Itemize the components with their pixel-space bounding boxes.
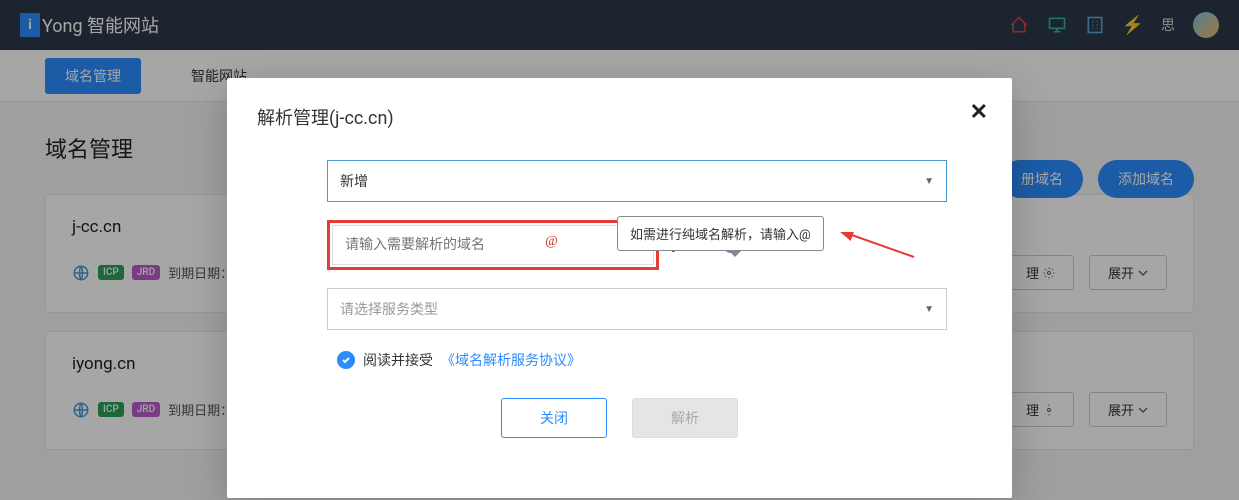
tooltip: 如需进行纯域名解析，请输入@ — [617, 216, 824, 251]
parse-modal: 解析管理(j-cc.cn) ✕ 新增 ▼ .j-cc.cn ? @ 如需进行纯域… — [227, 78, 1012, 498]
agreement-row: 阅读并接受 《域名解析服务协议》 — [337, 350, 912, 370]
close-icon[interactable]: ✕ — [970, 100, 988, 125]
agreement-link[interactable]: 《域名解析服务协议》 — [441, 350, 581, 370]
check-icon[interactable] — [337, 351, 355, 369]
domain-input[interactable] — [332, 225, 654, 265]
caret-down-icon: ▼ — [924, 176, 934, 187]
service-type-select[interactable]: 请选择服务类型 ▼ — [327, 288, 947, 330]
add-type-select[interactable]: 新增 ▼ — [327, 160, 947, 202]
select-value: 新增 — [340, 171, 368, 191]
input-highlight — [327, 220, 659, 270]
agree-text: 阅读并接受 — [363, 350, 433, 370]
at-annotation: @ — [545, 234, 558, 250]
modal-close-button[interactable]: 关闭 — [501, 398, 607, 438]
modal-title: 解析管理(j-cc.cn) — [257, 104, 982, 130]
modal-overlay: 解析管理(j-cc.cn) ✕ 新增 ▼ .j-cc.cn ? @ 如需进行纯域… — [0, 0, 1239, 500]
select-placeholder: 请选择服务类型 — [340, 299, 438, 319]
caret-down-icon: ▼ — [924, 304, 934, 315]
modal-parse-button[interactable]: 解析 — [632, 398, 738, 438]
